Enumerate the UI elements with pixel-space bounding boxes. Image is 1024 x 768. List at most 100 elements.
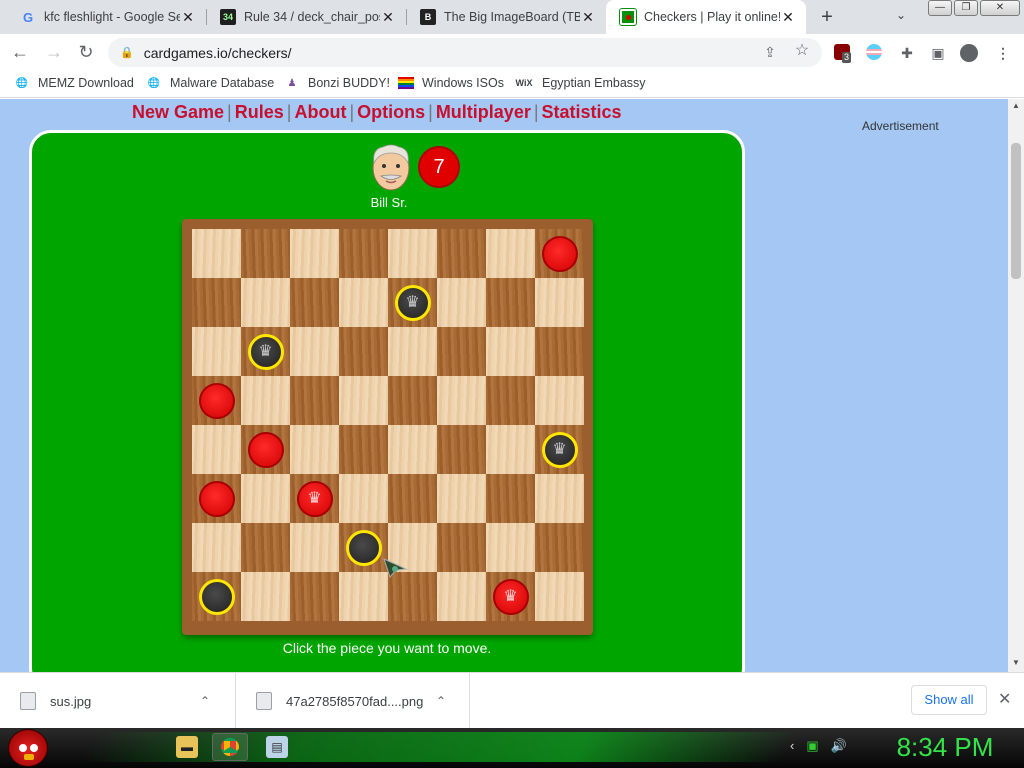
board-square[interactable]	[486, 327, 535, 376]
bookmark-windows-isos[interactable]: Windows ISOs	[398, 75, 504, 91]
board-square[interactable]	[535, 474, 584, 523]
board-square[interactable]	[241, 278, 290, 327]
bookmark-star-icon[interactable]: ☆	[793, 42, 811, 60]
bookmark-malware-database[interactable]: 🌐 Malware Database	[146, 75, 274, 91]
board-square[interactable]	[486, 425, 535, 474]
close-icon[interactable]: ✕	[780, 9, 796, 26]
board-square[interactable]	[388, 229, 437, 278]
board-square[interactable]	[241, 523, 290, 572]
file-explorer-icon[interactable]: ▬	[176, 736, 198, 758]
board-square[interactable]	[388, 376, 437, 425]
board-square[interactable]	[339, 376, 388, 425]
board-square[interactable]	[241, 474, 290, 523]
download-item[interactable]: sus.jpg ⌃	[0, 673, 236, 729]
minimize-button[interactable]: —	[928, 0, 952, 16]
close-icon[interactable]: ✕	[180, 9, 196, 26]
tab-google-search[interactable]: G kfc fleshlight - Google Se ✕	[6, 0, 206, 34]
nav-statistics[interactable]: Statistics	[542, 102, 622, 122]
window-close-button[interactable]: ✕	[980, 0, 1020, 16]
board-square[interactable]	[535, 572, 584, 621]
board-square[interactable]	[339, 229, 388, 278]
red-king-piece[interactable]: ♛	[296, 480, 333, 517]
board-square[interactable]	[535, 278, 584, 327]
board-square[interactable]	[486, 376, 535, 425]
tab-rule34[interactable]: 34 Rule 34 / deck_chair_post ✕	[206, 0, 406, 34]
board-square[interactable]	[192, 229, 241, 278]
board-square[interactable]	[388, 327, 437, 376]
board-square[interactable]	[388, 474, 437, 523]
ublock-extension-icon[interactable]: 3	[834, 44, 852, 63]
chevron-up-icon[interactable]: ⌃	[436, 694, 446, 708]
black-king-piece[interactable]: ♛	[541, 431, 578, 468]
board-square[interactable]	[339, 474, 388, 523]
puzzle-extensions-icon[interactable]: ✚	[898, 44, 916, 62]
nav-about[interactable]: About	[294, 102, 346, 122]
close-icon[interactable]: ✕	[380, 9, 396, 26]
start-button-angry-bird-icon[interactable]	[8, 729, 48, 767]
board-square[interactable]	[437, 229, 486, 278]
board-square[interactable]	[535, 523, 584, 572]
black-king-piece[interactable]: ♛	[247, 333, 284, 370]
bookmark-egyptian-embassy[interactable]: WiX Egyptian Embassy	[514, 75, 646, 91]
black-king-piece[interactable]: ♛	[394, 284, 431, 321]
nav-multiplayer[interactable]: Multiplayer	[436, 102, 531, 122]
board-square[interactable]	[192, 278, 241, 327]
tab-tbib[interactable]: B The Big ImageBoard (TBIB ✕	[406, 0, 606, 34]
board-square[interactable]	[437, 572, 486, 621]
board-square[interactable]	[437, 278, 486, 327]
board-square[interactable]	[437, 474, 486, 523]
board-square[interactable]	[290, 572, 339, 621]
trans-flag-extension-icon[interactable]	[866, 44, 884, 62]
board-square[interactable]	[437, 425, 486, 474]
show-all-downloads-button[interactable]: Show all	[911, 685, 987, 715]
tray-arrow-icon[interactable]: ‹	[790, 738, 794, 754]
board-square[interactable]	[339, 278, 388, 327]
red-checker-piece[interactable]	[198, 382, 235, 419]
board-square[interactable]	[339, 425, 388, 474]
board-square[interactable]	[486, 229, 535, 278]
chrome-taskbar-button[interactable]	[212, 733, 248, 761]
red-checker-piece[interactable]	[541, 235, 578, 272]
board-square[interactable]	[290, 523, 339, 572]
red-king-piece[interactable]: ♛	[492, 578, 529, 615]
notepad-icon[interactable]: ▤	[266, 736, 288, 758]
forward-arrow-icon[interactable]: →	[42, 40, 66, 64]
scroll-up-arrow-icon[interactable]: ▲	[1008, 101, 1024, 110]
board-square[interactable]	[486, 523, 535, 572]
nav-options[interactable]: Options	[357, 102, 425, 122]
board-square[interactable]	[241, 376, 290, 425]
back-arrow-icon[interactable]: ←	[8, 40, 32, 64]
board-square[interactable]	[241, 572, 290, 621]
red-checker-piece[interactable]	[247, 431, 284, 468]
tab-search-chevron-icon[interactable]: ⌄	[896, 8, 906, 22]
board-square[interactable]	[486, 474, 535, 523]
board-square[interactable]	[192, 523, 241, 572]
profile-avatar-icon[interactable]	[960, 44, 978, 62]
board-square[interactable]	[437, 523, 486, 572]
black-checker-piece[interactable]	[345, 529, 382, 566]
close-icon[interactable]: ✕	[580, 9, 596, 26]
board-square[interactable]	[290, 425, 339, 474]
volume-icon[interactable]: 🔊	[831, 738, 847, 754]
maximize-button[interactable]: ❐	[954, 0, 978, 16]
new-tab-button[interactable]: +	[816, 6, 838, 28]
chevron-up-icon[interactable]: ⌃	[200, 694, 210, 708]
board-square[interactable]	[535, 327, 584, 376]
scroll-down-arrow-icon[interactable]: ▼	[1008, 658, 1024, 667]
black-checker-piece[interactable]	[198, 578, 235, 615]
nav-rules[interactable]: Rules	[235, 102, 284, 122]
bookmark-memz[interactable]: 🌐 MEMZ Download	[14, 75, 134, 91]
board-square[interactable]	[290, 229, 339, 278]
close-icon[interactable]: ✕	[998, 689, 1011, 709]
board-square[interactable]	[339, 572, 388, 621]
board-square[interactable]	[290, 376, 339, 425]
board-square[interactable]	[290, 327, 339, 376]
board-square[interactable]	[486, 278, 535, 327]
share-icon[interactable]: ⇪	[761, 43, 779, 61]
page-scrollbar[interactable]: ▲ ▼	[1008, 99, 1024, 672]
board-square[interactable]	[437, 327, 486, 376]
board-square[interactable]	[339, 327, 388, 376]
scrollbar-thumb[interactable]	[1011, 143, 1021, 279]
board-square[interactable]	[535, 376, 584, 425]
board-square[interactable]	[192, 327, 241, 376]
